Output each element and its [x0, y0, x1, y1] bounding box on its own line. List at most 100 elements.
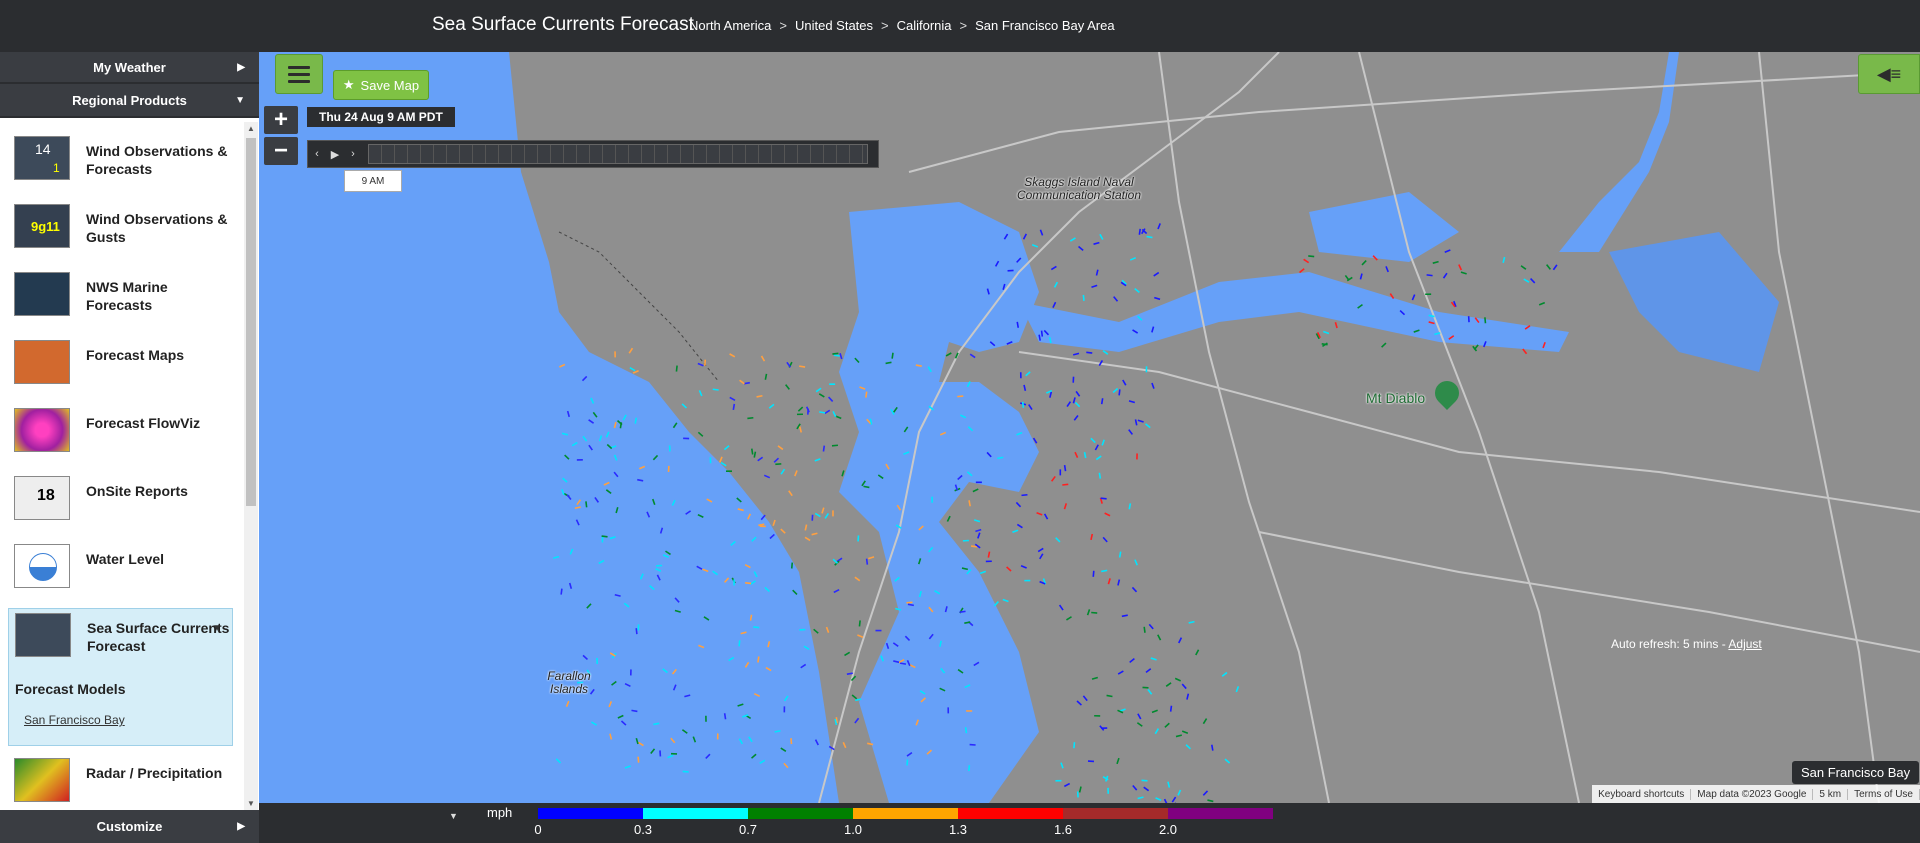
zoom-out-button[interactable]: −: [264, 137, 298, 165]
current-arrow: [1112, 387, 1119, 394]
current-arrow: [712, 570, 719, 576]
scale-bar[interactable]: 5 km: [1813, 788, 1849, 800]
adjust-link[interactable]: Adjust: [1728, 637, 1761, 651]
sidebar-item-water-level[interactable]: Water Level: [8, 540, 233, 602]
current-arrow: [1428, 314, 1435, 318]
map-canvas[interactable]: ★ Save Map ◀≡ + − Thu 24 Aug 9 AM PDT ‹ …: [259, 52, 1920, 803]
current-arrow: [1524, 325, 1531, 330]
current-arrow: [1117, 670, 1124, 675]
current-arrow: [553, 555, 560, 559]
current-arrow: [1211, 744, 1214, 751]
current-arrow: [1074, 401, 1081, 408]
current-arrow: [861, 480, 866, 487]
sidebar-item-onsite-reports[interactable]: 18 OnSite Reports: [8, 472, 233, 534]
current-arrow: [1444, 249, 1451, 253]
current-arrow: [854, 576, 861, 582]
sidebar-item-radar[interactable]: Radar / Precipitation: [8, 754, 233, 810]
current-arrow: [1334, 321, 1338, 329]
current-arrow: [832, 558, 839, 564]
legend-tick: 1.3: [948, 822, 968, 837]
sidebar-scrollbar[interactable]: ▲ ▼: [244, 122, 258, 810]
breadcrumb-california[interactable]: California: [897, 18, 952, 33]
current-arrow: [1062, 483, 1069, 486]
current-arrow: [986, 288, 990, 295]
breadcrumb-sf-bay-area[interactable]: San Francisco Bay Area: [975, 18, 1114, 33]
breadcrumb-united-states[interactable]: United States: [795, 18, 873, 33]
play-icon[interactable]: ▶: [326, 148, 344, 161]
current-arrow: [582, 435, 588, 442]
scroll-down-icon[interactable]: ▼: [247, 799, 255, 808]
current-arrow: [827, 396, 834, 403]
current-arrow: [832, 410, 837, 418]
current-arrow: [719, 456, 723, 463]
current-arrow: [994, 260, 1000, 267]
map-label-mt-diablo[interactable]: Mt Diablo: [1366, 391, 1425, 405]
current-arrow: [603, 481, 610, 486]
sidebar-item-sea-currents[interactable]: Sea Surface Currents Forecast ▼ Forecast…: [8, 608, 233, 746]
step-back-icon[interactable]: ‹: [308, 148, 326, 160]
current-arrow: [895, 607, 902, 611]
current-arrow: [835, 415, 842, 420]
current-arrow: [674, 609, 681, 613]
scrollbar-thumb[interactable]: [246, 138, 256, 506]
current-arrow: [1086, 351, 1093, 354]
current-arrow: [831, 444, 839, 447]
sidebar-item-wind-observations[interactable]: 14 1 Wind Observations & Forecasts: [8, 132, 233, 194]
current-arrow: [903, 426, 909, 433]
sidebar-item-wind-gusts[interactable]: 9g11 Wind Observations & Gusts: [8, 200, 233, 262]
current-arrow: [893, 660, 900, 664]
current-arrow: [1036, 512, 1043, 516]
current-arrow: [1141, 779, 1148, 782]
current-arrow: [1224, 758, 1231, 764]
save-map-button[interactable]: ★ Save Map: [333, 70, 429, 100]
current-arrow: [979, 570, 987, 575]
zoom-in-button[interactable]: +: [264, 106, 298, 134]
customize-button[interactable]: Customize ▶: [0, 810, 259, 843]
timeline-track[interactable]: [368, 144, 868, 164]
current-arrow: [824, 409, 831, 415]
current-arrow: [1546, 264, 1551, 270]
map-menu-button[interactable]: [275, 54, 323, 94]
timeline-bar[interactable]: ‹ ▶ ›: [307, 140, 879, 168]
current-arrow: [637, 478, 644, 482]
chevron-down-icon[interactable]: ▼: [212, 623, 222, 634]
terms-of-use-link[interactable]: Terms of Use: [1848, 788, 1920, 800]
breadcrumb-north-america[interactable]: North America: [689, 18, 771, 33]
layers-panel-button[interactable]: ◀≡: [1858, 54, 1920, 94]
my-weather-header[interactable]: My Weather ▶: [0, 52, 259, 84]
step-forward-icon[interactable]: ›: [344, 148, 362, 160]
current-arrow: [854, 357, 860, 364]
legend-unit[interactable]: mph: [487, 805, 512, 820]
legend-tick: 0.3: [633, 822, 653, 837]
forecast-maps-icon: [14, 340, 70, 384]
current-arrow: [1006, 341, 1013, 345]
current-arrow: [966, 471, 973, 477]
unit-dropdown-icon[interactable]: ▼: [449, 811, 458, 821]
current-arrow: [1151, 382, 1155, 389]
current-arrow: [1235, 686, 1240, 693]
current-arrow: [814, 739, 819, 746]
sidebar-item-forecast-maps[interactable]: Forecast Maps: [8, 336, 233, 398]
current-arrow: [868, 556, 875, 560]
current-arrow: [1100, 497, 1107, 500]
legend-swatch: [958, 808, 1063, 819]
hamburger-icon: [288, 65, 310, 69]
current-arrow: [970, 545, 978, 548]
sidebar-item-nws-marine[interactable]: NWS Marine Forecasts: [8, 268, 233, 330]
current-arrow: [919, 690, 926, 695]
current-arrow: [1048, 337, 1052, 344]
keyboard-shortcuts-link[interactable]: Keyboard shortcuts: [1592, 788, 1692, 800]
current-arrow: [559, 363, 566, 368]
current-arrow: [576, 499, 582, 506]
current-arrow: [1119, 708, 1126, 712]
scroll-up-icon[interactable]: ▲: [247, 124, 255, 133]
current-arrow: [637, 756, 640, 763]
sidebar-item-flowviz[interactable]: Forecast FlowViz: [8, 404, 233, 466]
current-arrow: [785, 384, 790, 390]
current-arrow: [1146, 235, 1153, 239]
current-arrow: [975, 528, 982, 533]
current-arrow: [814, 458, 821, 462]
regional-products-header[interactable]: Regional Products ▼: [0, 84, 259, 118]
model-link-sf-bay[interactable]: San Francisco Bay: [24, 713, 125, 727]
legend-swatch: [538, 808, 643, 819]
